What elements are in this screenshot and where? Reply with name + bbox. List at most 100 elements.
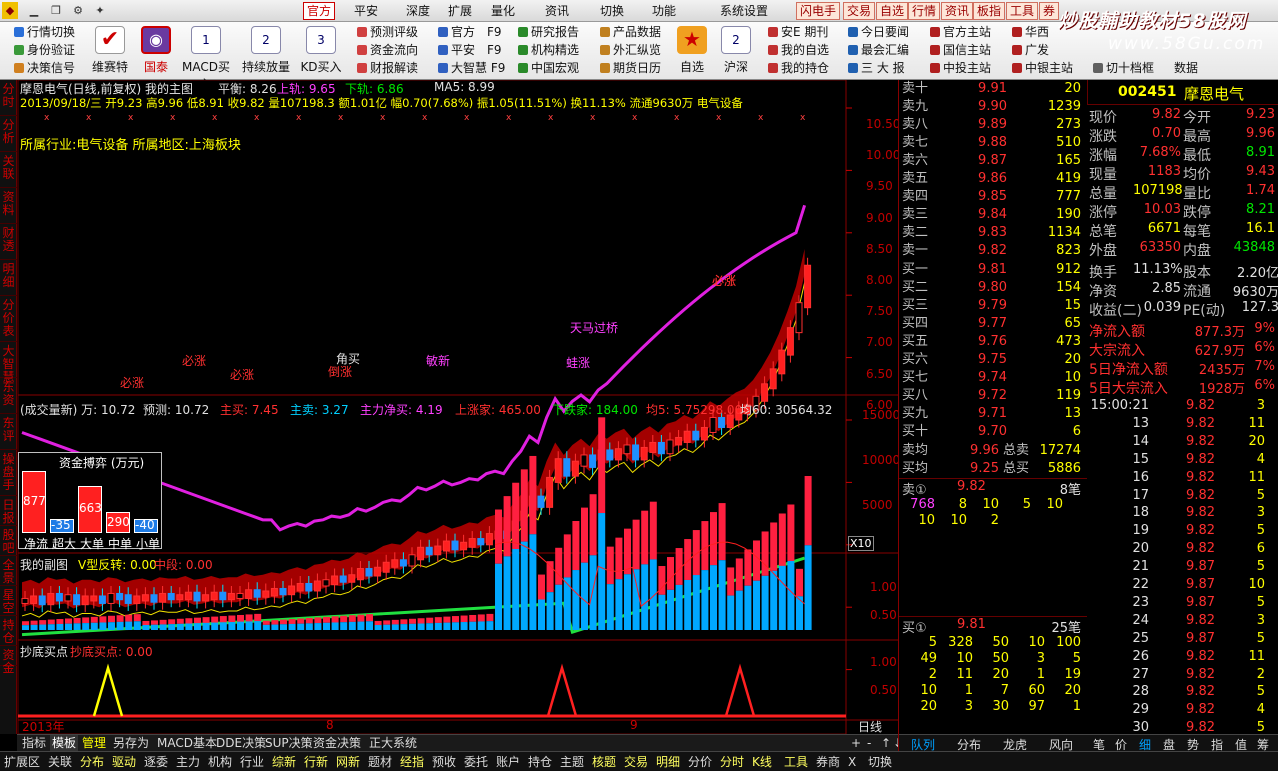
book-row[interactable]: 卖二 9.83 1134 xyxy=(899,224,1087,242)
bottom-item[interactable]: 账户 xyxy=(494,753,522,771)
tab-dde[interactable]: DDE决策 xyxy=(214,735,268,752)
toolbar-item[interactable]: 行情切换 xyxy=(14,23,75,41)
left-tab[interactable]: 分时 xyxy=(0,80,17,116)
menu-gongneng[interactable]: 功能 xyxy=(652,3,676,19)
toolbar-item[interactable]: 今日要闻 xyxy=(848,23,909,41)
toolbar-item[interactable]: 研究报告 xyxy=(518,23,579,41)
book-row[interactable]: 买八 9.72 119 xyxy=(899,387,1087,405)
menu-xitongshezhi[interactable]: 系统设置 xyxy=(720,3,768,19)
star-icon[interactable]: ✦ xyxy=(92,2,108,19)
tab-zhengda[interactable]: 正大系统 xyxy=(367,735,419,752)
toolbar-item[interactable]: 我的持仓 xyxy=(768,59,829,77)
bottom-item[interactable]: 主力 xyxy=(174,753,202,771)
bottom-item[interactable]: 行业 xyxy=(238,753,266,771)
bottom-item[interactable]: 券商 xyxy=(814,753,842,771)
left-tab[interactable]: 分价表 xyxy=(0,296,17,342)
toolbar-item[interactable]: 身份验证 xyxy=(14,41,75,59)
left-tab[interactable]: 东资 xyxy=(0,378,17,414)
bottom-item[interactable]: 网新 xyxy=(334,753,362,771)
book-row[interactable]: 卖六 9.87 165 xyxy=(899,152,1087,170)
toolbar-item[interactable]: 国信主站 xyxy=(930,41,991,59)
toolbar-item[interactable]: 中投主站 xyxy=(930,59,991,77)
menu-kuozhan[interactable]: 扩展 xyxy=(448,3,472,19)
bottom-item[interactable]: 明细 xyxy=(654,753,682,771)
bottom-item[interactable]: 核题 xyxy=(590,753,618,771)
toolbar-item[interactable]: 期货日历 xyxy=(600,59,661,77)
book-row[interactable]: 买七 9.74 10 xyxy=(899,369,1087,387)
book-row[interactable]: 买四 9.77 65 xyxy=(899,315,1087,333)
toolbar-chixufangliang[interactable]: 2 持续放量 xyxy=(240,24,292,78)
bottom-item[interactable]: 机构 xyxy=(206,753,234,771)
toolbar-item[interactable]: 预测评级 xyxy=(357,23,418,41)
left-tab[interactable]: 日报 xyxy=(0,496,17,526)
toolbar-item[interactable]: 平安 F9 xyxy=(438,41,505,59)
bottom-item[interactable]: 分布 xyxy=(78,753,106,771)
quick-shandianshou[interactable]: 闪电手 xyxy=(796,2,841,20)
toolbar-item[interactable]: 官方主站 xyxy=(930,23,991,41)
book-row[interactable]: 买一 9.81 912 xyxy=(899,261,1087,279)
tab-guanli[interactable]: 管理 xyxy=(80,735,108,752)
tab-sup[interactable]: SUP决策 xyxy=(263,735,315,752)
zoom-out-icon[interactable]: - xyxy=(865,735,873,752)
book-row[interactable]: 卖七 9.88 510 xyxy=(899,134,1087,152)
left-tab[interactable]: 关联 xyxy=(0,152,17,188)
x10-label[interactable]: X10 xyxy=(848,536,874,551)
toolbar-kd[interactable]: 3 KD买入 xyxy=(295,24,347,78)
bottom-item[interactable]: 分价 xyxy=(686,753,714,771)
bottom-item[interactable]: 关联 xyxy=(46,753,74,771)
menu-lianghua[interactable]: 量化 xyxy=(491,3,515,19)
chart-area[interactable]: x x x x x x x x x x x x x x x x x x x 分时 分析 关联 资料 财透 明细 分价表 大智慧 东资… xyxy=(0,80,900,735)
toolbar-item[interactable]: 决策信号 xyxy=(14,59,75,77)
bottom-item[interactable]: 工具 xyxy=(782,753,810,771)
toolbar-item[interactable]: 安E 期刊 xyxy=(768,23,829,41)
settings-icon[interactable]: ⚙ xyxy=(70,2,86,19)
book-row[interactable]: 卖三 9.84 190 xyxy=(899,206,1087,224)
bottom-item[interactable]: 分时 xyxy=(718,753,746,771)
period-label[interactable]: 日线 xyxy=(858,718,882,735)
left-tab[interactable]: 持仓 xyxy=(0,616,17,646)
tab-macd[interactable]: MACD基本 xyxy=(155,735,219,752)
toolbar-item[interactable]: 财报解读 xyxy=(357,59,418,77)
quick-jiaoyi[interactable]: 交易 xyxy=(843,2,876,20)
book-row[interactable]: 卖八 9.89 273 xyxy=(899,116,1087,134)
left-tab[interactable]: 股吧 xyxy=(0,526,17,556)
menu-qiehuan[interactable]: 切换 xyxy=(600,3,624,19)
app-icon[interactable]: ◆ xyxy=(2,2,18,19)
bottom-item[interactable]: 驱动 xyxy=(110,753,138,771)
book-row[interactable]: 买九 9.71 13 xyxy=(899,405,1087,423)
book-row[interactable]: 卖九 9.90 1239 xyxy=(899,98,1087,116)
quick-zixuan[interactable]: 自选 xyxy=(876,2,909,20)
book-row[interactable]: 卖一 9.82 823 xyxy=(899,242,1087,260)
bottom-item[interactable]: 扩展区 xyxy=(2,753,42,771)
bottom-item[interactable]: X xyxy=(846,753,858,771)
toolbar-item[interactable]: 机构精选 xyxy=(518,41,579,59)
quick-quan[interactable]: 券 xyxy=(1039,2,1060,20)
book-row[interactable]: 买二 9.80 154 xyxy=(899,279,1087,297)
minimize-icon[interactable]: ▁ xyxy=(26,2,42,19)
zoom-in-icon[interactable]: + xyxy=(849,735,863,752)
left-tab[interactable]: 分析 xyxy=(0,116,17,152)
book-row[interactable]: 买六 9.75 20 xyxy=(899,351,1087,369)
toolbar-item[interactable]: 中国宏观 xyxy=(518,59,579,77)
bottom-item[interactable]: 持仓 xyxy=(526,753,554,771)
left-tab[interactable]: 全景 xyxy=(0,556,17,586)
left-tab[interactable]: 操盘手 xyxy=(0,450,17,496)
toolbar-item[interactable]: 产品数据 xyxy=(600,23,661,41)
toolbar-item[interactable]: 最会汇编 xyxy=(848,41,909,59)
toolbar-item[interactable]: 三 大 报 xyxy=(848,59,909,77)
toolbar-weisaite[interactable]: ✔ 维赛特 xyxy=(84,24,136,78)
bottom-item[interactable]: 行新 xyxy=(302,753,330,771)
quick-zixun[interactable]: 资讯 xyxy=(941,2,974,20)
book-row[interactable]: 卖四 9.85 777 xyxy=(899,188,1087,206)
tab-muban[interactable]: 模板 xyxy=(50,735,79,752)
left-tab[interactable]: 财透 xyxy=(0,224,17,260)
toolbar-item[interactable]: 我的自选 xyxy=(768,41,829,59)
bottom-item[interactable]: 预收 xyxy=(430,753,458,771)
left-tab[interactable]: 大智慧 xyxy=(0,342,17,384)
menu-pingan[interactable]: 平安 xyxy=(354,3,378,19)
bottom-item[interactable]: 经指 xyxy=(398,753,426,771)
toolbar-item[interactable]: 资金流向 xyxy=(357,41,418,59)
toolbar-macd[interactable]: 1MACD买入 xyxy=(180,24,232,91)
left-tab[interactable]: 星空 xyxy=(0,586,17,616)
quick-gongju[interactable]: 工具 xyxy=(1006,2,1039,20)
